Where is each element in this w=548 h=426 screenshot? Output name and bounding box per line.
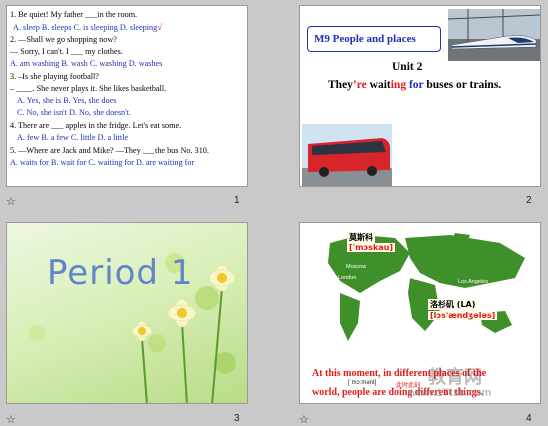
question-3-options-cd: C. No, she isn't D. No, she doesn't. — [17, 108, 131, 117]
example-sentence: They’re waiting for buses or trains. — [328, 79, 502, 91]
question-5-options: A. waits for B. wait for C. waiting for … — [10, 158, 195, 167]
slide-1-number: 1 — [234, 195, 240, 206]
slide-2-number: 2 — [526, 195, 532, 206]
period-title: Period 1 — [47, 253, 194, 293]
map-label-new-york: New York — [498, 283, 522, 289]
la-chinese-annotation: 洛杉矶 (LA) — [428, 299, 478, 310]
question-4: 4. There are ___ apples in the fridge. L… — [10, 121, 182, 130]
question-3-reply: – ____. She never plays it. She likes ba… — [10, 84, 167, 93]
slide-4-thumbnail[interactable]: London Moscow Beijing Los Angeles New Yo… — [299, 222, 541, 404]
map-label-beijing: Beijing — [400, 275, 417, 281]
question-5: 5. —Where are Jack and Mike? —They ___th… — [10, 146, 209, 155]
slide-1-transition-star-icon: ☆ — [6, 196, 16, 208]
moment-ipa: [ˈmɔːmənt] — [348, 380, 377, 386]
map-label-los-angeles: Los Angeles — [458, 279, 488, 285]
question-3-options-ab: A. Yes, she is B. Yes, she does — [17, 96, 117, 105]
watermark-url: www.1Ttsb.com — [408, 387, 492, 399]
moscow-ipa-annotation: [ˈmɔskau] — [347, 243, 396, 252]
question-1: 1. Be quiet! My father ___in the room. — [10, 10, 138, 19]
answer-tick: √ — [157, 22, 163, 32]
unit-heading: Unit 2 — [392, 61, 423, 73]
world-map — [328, 233, 525, 341]
daffodil-flowers-image — [29, 253, 236, 403]
question-2-options: A. am washing B. wash C. washing D. wash… — [10, 59, 163, 68]
bus-photo — [302, 124, 392, 186]
slide-3-thumbnail[interactable]: Period 1 — [6, 222, 248, 404]
la-ipa-annotation: [lɔsˈændʒələs] — [428, 311, 498, 320]
question-1-options: A. sleep B. sleeps C. is sleeping D. sle… — [13, 22, 163, 32]
question-4-options: A. few B. a few C. little D. a little — [17, 133, 129, 142]
bottom-sentence-line-1: At this moment, in different places of t… — [312, 368, 487, 379]
map-label-moscow: Moscow — [346, 264, 367, 270]
slide-3-transition-star-icon: ☆ — [6, 414, 16, 426]
slide-2-thumbnail[interactable]: M9 People and places Unit 2 They’re wait… — [299, 5, 541, 187]
question-3: 3. –Is she playing football? — [10, 72, 99, 81]
question-2-reply: — Sorry, I can't. I ___ my clothes. — [10, 47, 123, 56]
train-photo — [448, 9, 540, 61]
moscow-chinese-annotation: 莫斯科 — [347, 232, 375, 243]
slide-4-transition-star-icon: ☆ — [299, 414, 309, 426]
module-title-box: M9 People and places — [307, 26, 441, 52]
slide-1-thumbnail[interactable]: 1. Be quiet! My father ___in the room. A… — [6, 5, 248, 187]
question-2: 2. —Shall we go shopping now? — [10, 35, 117, 44]
map-label-london: London — [338, 275, 357, 281]
slide-4-number: 4 — [526, 413, 532, 424]
slide-3-number: 3 — [234, 413, 240, 424]
